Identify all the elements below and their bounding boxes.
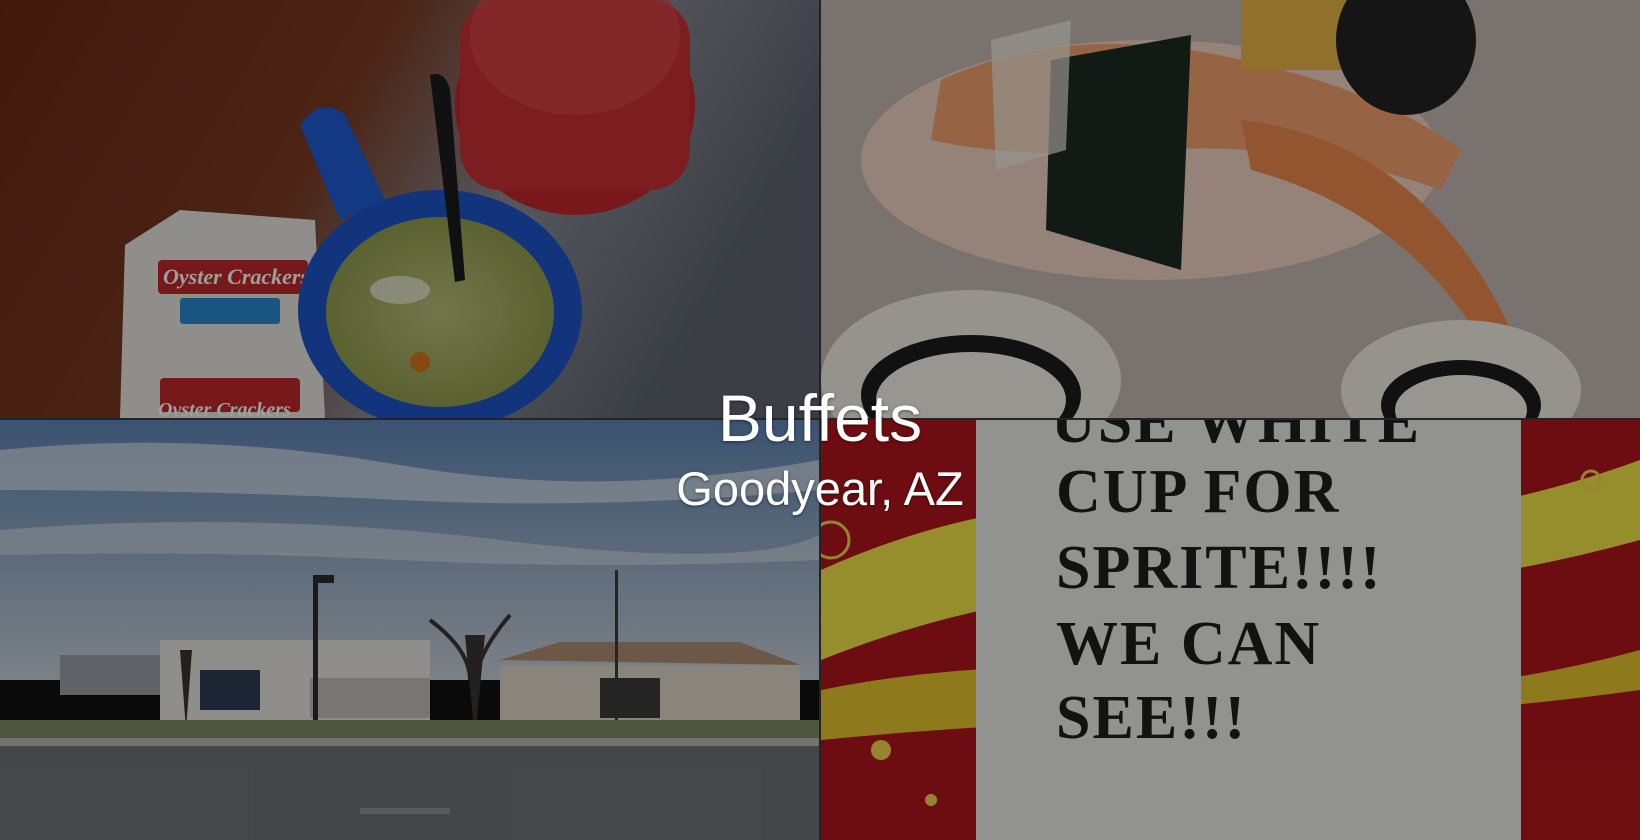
sign-line-2: SPRITE!!!! [1056, 534, 1383, 602]
cracker-bag-label-top: Oyster Crackers [163, 264, 309, 289]
photo-sushi [821, 0, 1640, 418]
hero-collage: Oyster Crackers Oyster Crackers USE WHIT… [0, 0, 1640, 840]
photo-soup-and-crackers: Oyster Crackers Oyster Crackers [0, 0, 819, 418]
sign-line-4: SEE!!! [1056, 684, 1247, 752]
hero-title-block: Buffets Goodyear, AZ [0, 378, 1640, 518]
page-title: Buffets [717, 381, 923, 455]
sign-line-3: WE CAN [1056, 610, 1321, 678]
location-subtitle: Goodyear, AZ [676, 462, 964, 515]
